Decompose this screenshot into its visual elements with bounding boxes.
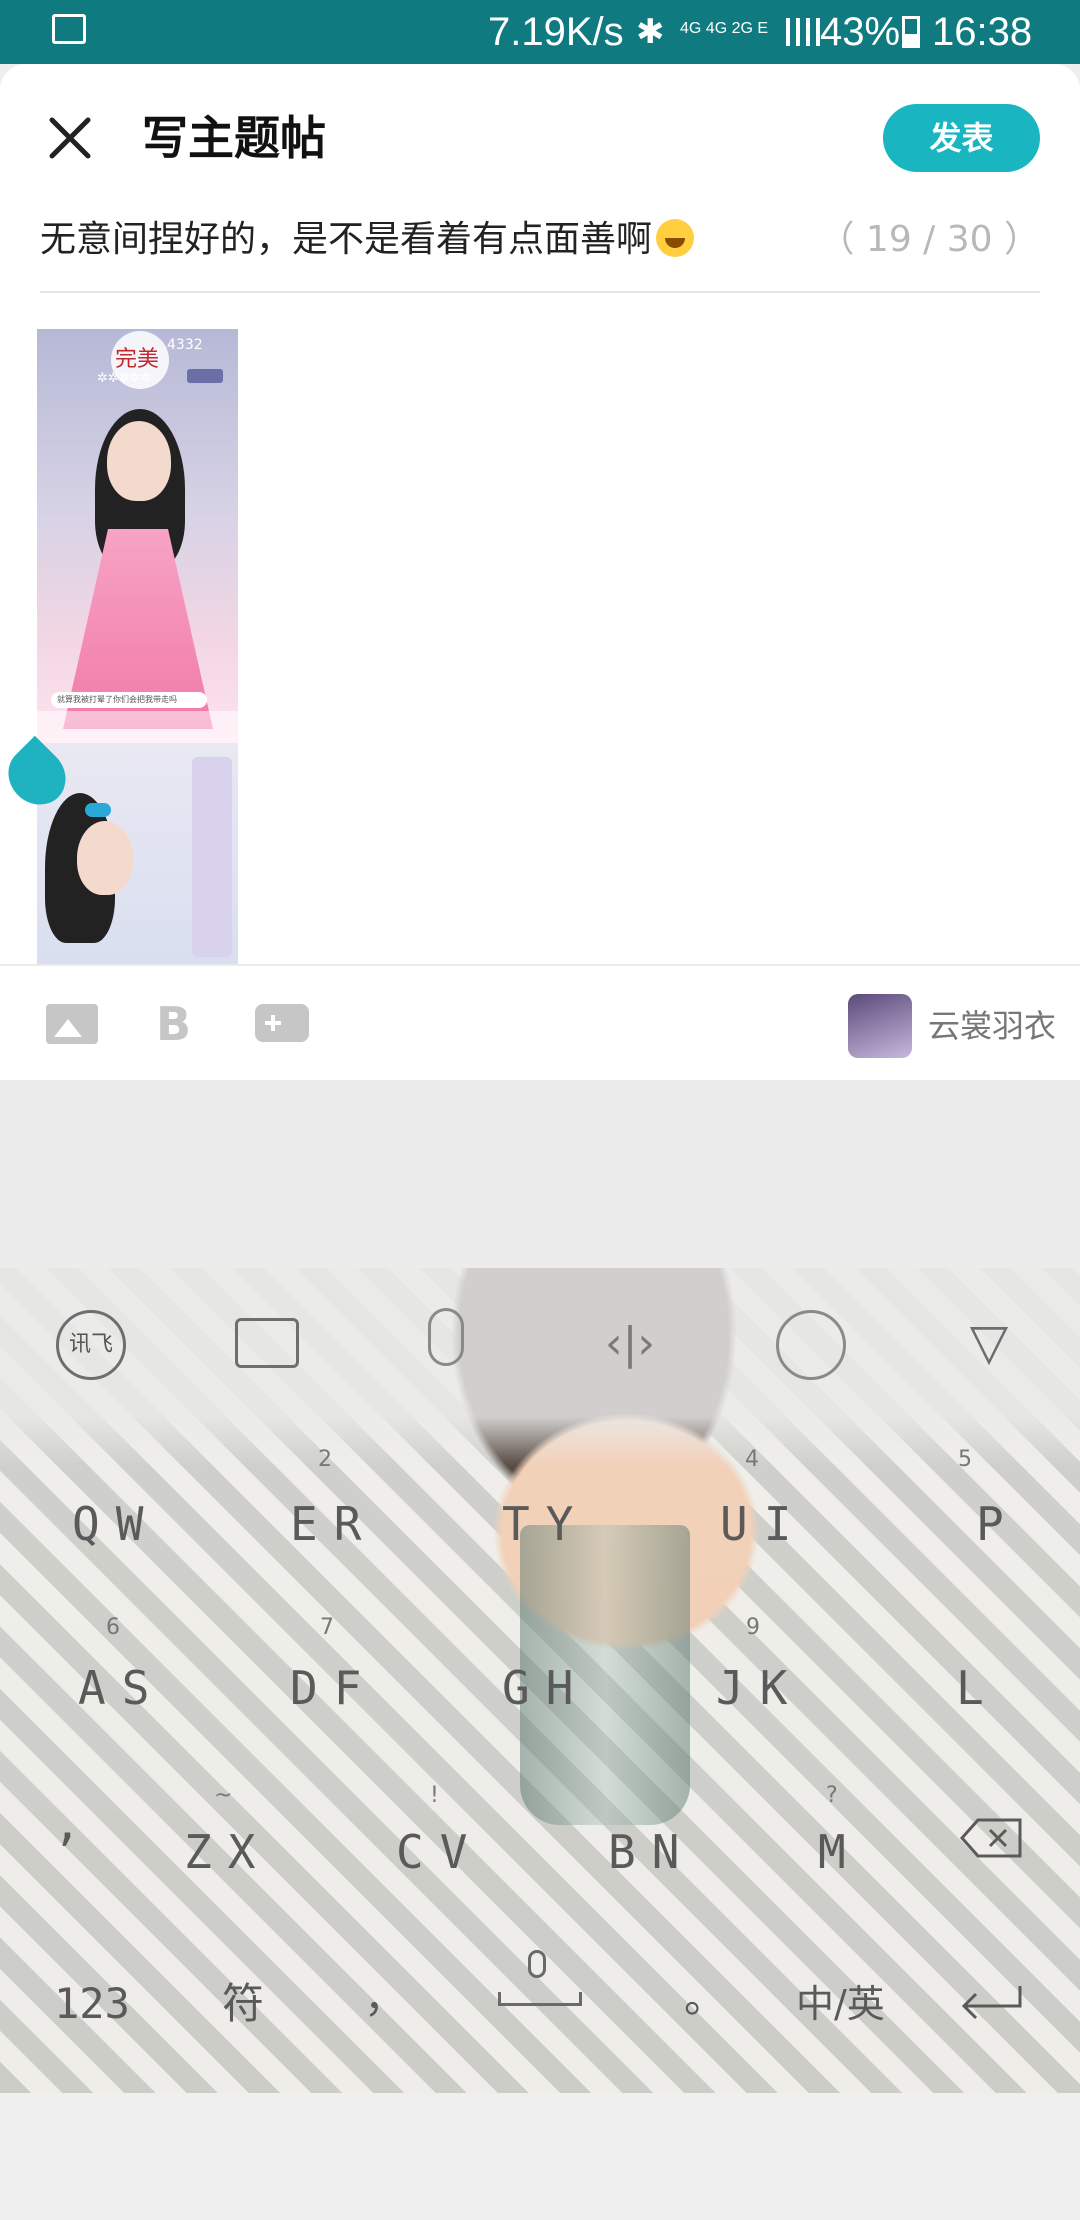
publish-button[interactable]: 发表: [883, 104, 1040, 172]
bluetooth-icon: ✱: [636, 13, 665, 51]
bold-icon[interactable]: B: [156, 996, 191, 1052]
grinning-emoji-icon: [656, 219, 695, 257]
key-sub: 9: [746, 1615, 760, 1640]
key-df[interactable]: DF: [290, 1660, 377, 1716]
voice-icon: [528, 1950, 546, 1978]
battery-icon: [902, 16, 920, 48]
character-face: [107, 421, 171, 501]
navigation-area: [0, 2093, 1080, 2220]
rating-badge-text: 完美: [115, 347, 160, 372]
key-sub: ~: [214, 1783, 233, 1808]
key-comma[interactable]: ，: [364, 1970, 406, 2026]
signal-label: 4G 4G 2G E: [680, 20, 769, 37]
key-zx[interactable]: ZX: [184, 1824, 271, 1880]
key-sub: !: [430, 1783, 439, 1808]
gallery-notification-icon: [52, 14, 86, 44]
key-er[interactable]: ER: [290, 1496, 377, 1552]
post-title-text: 无意间捏好的，是不是看着有点面善啊: [40, 219, 653, 260]
detail-tag: [187, 369, 223, 383]
image-toolbar: [37, 711, 238, 743]
post-title-input[interactable]: 无意间捏好的，是不是看着有点面善啊: [40, 210, 695, 270]
game-name[interactable]: 云裳羽衣: [928, 998, 1056, 1054]
signal-icon: [782, 18, 822, 46]
hair-ribbon: [85, 803, 111, 817]
emoji-icon[interactable]: [776, 1310, 846, 1380]
key-qw[interactable]: QW: [72, 1496, 159, 1552]
key-123[interactable]: 123: [54, 1976, 130, 2032]
cursor-icon[interactable]: ‹|›: [600, 1316, 660, 1372]
keyboard-icon[interactable]: [235, 1318, 299, 1368]
game-avatar[interactable]: [848, 994, 912, 1058]
key-sub: 5: [958, 1447, 972, 1472]
key-as[interactable]: AS: [78, 1660, 165, 1716]
divider: [40, 291, 1040, 293]
key-ty[interactable]: TY: [502, 1496, 589, 1552]
score-text: 4332: [167, 337, 203, 353]
key-apostrophe[interactable]: ’: [52, 1824, 96, 1880]
key-sub: 2: [318, 1447, 332, 1472]
character-face: [77, 821, 133, 895]
game-icon[interactable]: [255, 1004, 309, 1042]
key-period[interactable]: 。: [684, 1970, 726, 2026]
key-cv[interactable]: CV: [396, 1824, 483, 1880]
image-icon[interactable]: [46, 1004, 98, 1044]
space-key[interactable]: [498, 1950, 582, 2010]
key-sub: 7: [320, 1615, 334, 1640]
key-sub: ?: [826, 1783, 838, 1808]
key-ui[interactable]: UI: [720, 1496, 807, 1552]
attached-image[interactable]: 完美 4332 ✲✲✲✲✲ 就算我被打晕了你们会把我带走吗: [37, 329, 238, 743]
space-bar-icon: [498, 1992, 582, 2006]
close-icon[interactable]: [46, 114, 94, 162]
attached-image[interactable]: [37, 743, 238, 964]
key-sub: 4: [745, 1447, 759, 1472]
status-bar: 7.19K/s ✱ 4G 4G 2G E 43% 16:38: [0, 0, 1080, 64]
ifly-logo[interactable]: 讯飞: [56, 1310, 126, 1380]
key-gh[interactable]: GH: [502, 1660, 589, 1716]
outfit-thumbnails: [192, 757, 232, 957]
enter-icon[interactable]: [958, 1982, 1024, 2026]
backspace-icon[interactable]: [960, 1816, 1024, 1860]
key-p[interactable]: P: [976, 1496, 1020, 1552]
keyboard-spacer: [0, 1080, 1080, 1270]
key-bn[interactable]: BN: [608, 1824, 695, 1880]
stars: ✲✲✲✲✲: [97, 371, 152, 386]
key-jk[interactable]: JK: [716, 1660, 803, 1716]
network-speed: 7.19K/s: [488, 10, 624, 54]
key-l[interactable]: L: [956, 1660, 1000, 1716]
microphone-icon[interactable]: [428, 1308, 464, 1366]
key-m[interactable]: M: [818, 1824, 862, 1880]
collapse-icon[interactable]: ▽: [960, 1312, 1018, 1376]
battery-percent: 43%: [820, 10, 901, 54]
char-counter: （ 19 / 30 ）: [818, 219, 1040, 260]
clock: 16:38: [932, 10, 1033, 54]
image-caption: 就算我被打晕了你们会把我带走吗: [51, 692, 207, 708]
key-language-switch[interactable]: 中/英: [796, 1976, 885, 2032]
key-sub: 6: [106, 1615, 120, 1640]
page-title: 写主题帖: [142, 111, 326, 165]
key-symbols[interactable]: 符: [222, 1976, 264, 2032]
